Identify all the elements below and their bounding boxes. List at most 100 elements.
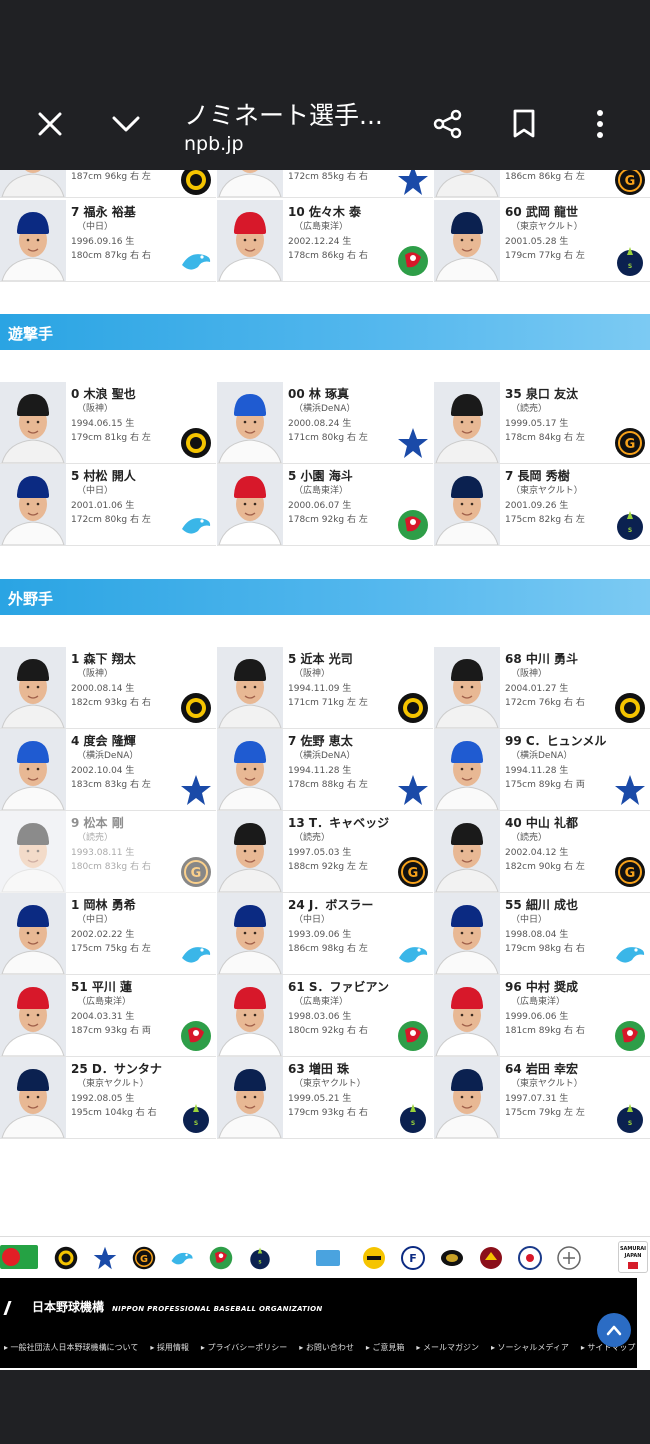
player-name[interactable]: 61 S．ファビアン: [288, 979, 430, 995]
back-to-top-button[interactable]: [597, 1313, 631, 1347]
player-photo[interactable]: [434, 811, 500, 892]
player-card[interactable]: 25 D．サンタナ （東京ヤクルト） 1992.08.05 生 195cm 104kg…: [0, 1057, 216, 1139]
player-name[interactable]: 1 岡林 勇希: [71, 897, 213, 913]
player-card[interactable]: 186cm 86kg 右 左 G: [434, 170, 650, 198]
footer-link[interactable]: ▸ お問い合わせ: [299, 1343, 354, 1352]
bookmark-icon[interactable]: [500, 100, 548, 148]
footer-link[interactable]: ▸ プライバシーポリシー: [201, 1343, 287, 1352]
player-name[interactable]: 64 岩田 幸宏: [505, 1061, 647, 1077]
player-name[interactable]: 5 近本 光司: [288, 651, 430, 667]
baystars-team-logo[interactable]: [93, 1246, 117, 1270]
player-card[interactable]: 0 木浪 聖也 （阪神） 1994.06.15 生 179cm 81kg 右 左: [0, 382, 216, 464]
player-photo[interactable]: [217, 893, 283, 974]
player-card[interactable]: 60 武岡 龍世 （東京ヤクルト） 2001.05.28 生 179cm 77kg 右…: [434, 200, 650, 282]
pacific-team-logo[interactable]: [309, 1246, 347, 1270]
player-card[interactable]: 7 長岡 秀樹 （東京ヤクルト） 2001.09.26 生 175cm 82kg 右 …: [434, 464, 650, 546]
player-card[interactable]: 187cm 96kg 右 左: [0, 170, 216, 198]
npb-logo[interactable]: 日本野球機構 NIPPON PROFESSIONAL BASEBALL ORGAN…: [3, 1298, 323, 1315]
player-photo[interactable]: [217, 170, 283, 197]
footer-link[interactable]: ▸ メールマガジン: [416, 1343, 479, 1352]
player-name[interactable]: 51 平川 蓮: [71, 979, 213, 995]
player-name[interactable]: 7 福永 裕基: [71, 204, 213, 220]
player-photo[interactable]: [0, 647, 66, 728]
player-photo[interactable]: [434, 382, 500, 463]
player-photo[interactable]: [434, 200, 500, 281]
player-photo[interactable]: [0, 729, 66, 810]
player-card[interactable]: 7 福永 裕基 （中日） 1996.09.16 生 180cm 87kg 右 右: [0, 200, 216, 282]
player-photo[interactable]: [217, 464, 283, 545]
player-name[interactable]: 99 C．ヒュンメル: [505, 733, 647, 749]
player-card[interactable]: 1 岡林 勇希 （中日） 2002.02.22 生 175cm 75kg 右 左: [0, 893, 216, 975]
player-photo[interactable]: [217, 729, 283, 810]
player-name[interactable]: 5 村松 開人: [71, 468, 213, 484]
player-name[interactable]: 00 林 琢真: [288, 386, 430, 402]
player-name[interactable]: 24 J．ボスラー: [288, 897, 430, 913]
eagles-team-logo[interactable]: [479, 1246, 503, 1270]
marines-team-logo[interactable]: [557, 1246, 581, 1270]
player-name[interactable]: 7 長岡 秀樹: [505, 468, 647, 484]
player-photo[interactable]: [0, 170, 66, 197]
giants-team-logo[interactable]: G: [132, 1246, 156, 1270]
player-name[interactable]: 4 度会 隆輝: [71, 733, 213, 749]
carp-team-logo[interactable]: [209, 1246, 233, 1270]
player-name[interactable]: 0 木浪 聖也: [71, 386, 213, 402]
player-name[interactable]: 60 武岡 龍世: [505, 204, 647, 220]
player-name[interactable]: 13 T．キャベッジ: [288, 815, 430, 831]
player-photo[interactable]: [0, 200, 66, 281]
player-name[interactable]: 40 中山 礼都: [505, 815, 647, 831]
player-photo[interactable]: [217, 647, 283, 728]
chevron-down-icon[interactable]: [102, 100, 150, 148]
player-photo[interactable]: [0, 893, 66, 974]
player-photo[interactable]: [0, 975, 66, 1056]
dragons-team-logo[interactable]: [170, 1246, 194, 1270]
player-card[interactable]: 99 C．ヒュンメル （横浜DeNA） 1994.11.28 生 175cm 89kg…: [434, 729, 650, 811]
player-card[interactable]: 61 S．ファビアン （広島東洋） 1998.03.06 生 180cm 92kg 右…: [217, 975, 433, 1057]
player-card[interactable]: 00 林 琢真 （横浜DeNA） 2000.08.24 生 171cm 80kg 右 …: [217, 382, 433, 464]
player-card[interactable]: 96 中村 奨成 （広島東洋） 1999.06.06 生 181cm 89kg 右 右: [434, 975, 650, 1057]
player-photo[interactable]: [434, 170, 500, 197]
player-name[interactable]: 25 D．サンタナ: [71, 1061, 213, 1077]
player-name[interactable]: 96 中村 奨成: [505, 979, 647, 995]
player-photo[interactable]: [434, 464, 500, 545]
player-card[interactable]: 1 森下 翔太 （阪神） 2000.08.14 生 182cm 93kg 右 右: [0, 647, 216, 729]
player-card[interactable]: 9 松本 剛（読売） 1993.08.11 生 180cm 83kg 右 右G: [0, 811, 216, 893]
player-card[interactable]: 24 J．ボスラー （中日） 1993.09.06 生 186cm 98kg 右 左: [217, 893, 433, 975]
player-photo[interactable]: [434, 729, 500, 810]
player-card[interactable]: 35 泉口 友汰 （読売） 1999.05.17 生 178cm 84kg 右 左G: [434, 382, 650, 464]
player-card[interactable]: 13 T．キャベッジ （読売） 1997.05.03 生 188cm 92kg 左 左…: [217, 811, 433, 893]
footer-link[interactable]: ▸ ソーシャルメディア: [491, 1343, 569, 1352]
player-card[interactable]: 55 細川 成也 （中日） 1998.08.04 生 179cm 98kg 右 右: [434, 893, 650, 975]
player-name[interactable]: 55 細川 成也: [505, 897, 647, 913]
share-icon[interactable]: [424, 100, 472, 148]
nav-prev-tab[interactable]: [0, 1245, 38, 1269]
player-photo[interactable]: [217, 382, 283, 463]
player-card[interactable]: 64 岩田 幸宏 （東京ヤクルト） 1997.07.31 生 175cm 79kg 左…: [434, 1057, 650, 1139]
player-card[interactable]: 5 村松 開人 （中日） 2001.01.06 生 172cm 80kg 右 左: [0, 464, 216, 546]
player-card[interactable]: 7 佐野 恵太 （横浜DeNA） 1994.11.28 生 178cm 88kg 右 …: [217, 729, 433, 811]
close-icon[interactable]: [26, 100, 74, 148]
player-name[interactable]: 7 佐野 恵太: [288, 733, 430, 749]
player-photo[interactable]: [434, 647, 500, 728]
player-card[interactable]: 4 度会 隆輝 （横浜DeNA） 2002.10.04 生 183cm 83kg 右 …: [0, 729, 216, 811]
player-name[interactable]: 1 森下 翔太: [71, 651, 213, 667]
tigers-team-logo[interactable]: [54, 1246, 78, 1270]
player-card[interactable]: 172cm 85kg 右 右: [217, 170, 433, 198]
footer-link[interactable]: ▸ ご意見箱: [366, 1343, 405, 1352]
fighters-team-logo[interactable]: F: [401, 1246, 425, 1270]
hawks-team-logo[interactable]: [362, 1246, 386, 1270]
player-photo[interactable]: [0, 1057, 66, 1138]
player-photo[interactable]: [434, 1057, 500, 1138]
player-photo[interactable]: [217, 1057, 283, 1138]
player-name[interactable]: 9 松本 剛: [71, 815, 213, 831]
player-photo[interactable]: [0, 811, 66, 892]
player-photo[interactable]: [217, 811, 283, 892]
player-card[interactable]: 63 増田 珠（東京ヤクルト） 1999.05.21 生 179cm 93kg 右 …: [217, 1057, 433, 1139]
player-name[interactable]: 68 中川 勇斗: [505, 651, 647, 667]
player-card[interactable]: 68 中川 勇斗 （阪神） 2004.01.27 生 172cm 76kg 右 右: [434, 647, 650, 729]
player-photo[interactable]: [434, 975, 500, 1056]
player-photo[interactable]: [0, 464, 66, 545]
player-name[interactable]: 35 泉口 友汰: [505, 386, 647, 402]
player-photo[interactable]: [217, 200, 283, 281]
player-card[interactable]: 40 中山 礼都 （読売） 2002.04.12 生 182cm 90kg 右 左G: [434, 811, 650, 893]
swallows-team-logo[interactable]: S: [248, 1246, 272, 1270]
